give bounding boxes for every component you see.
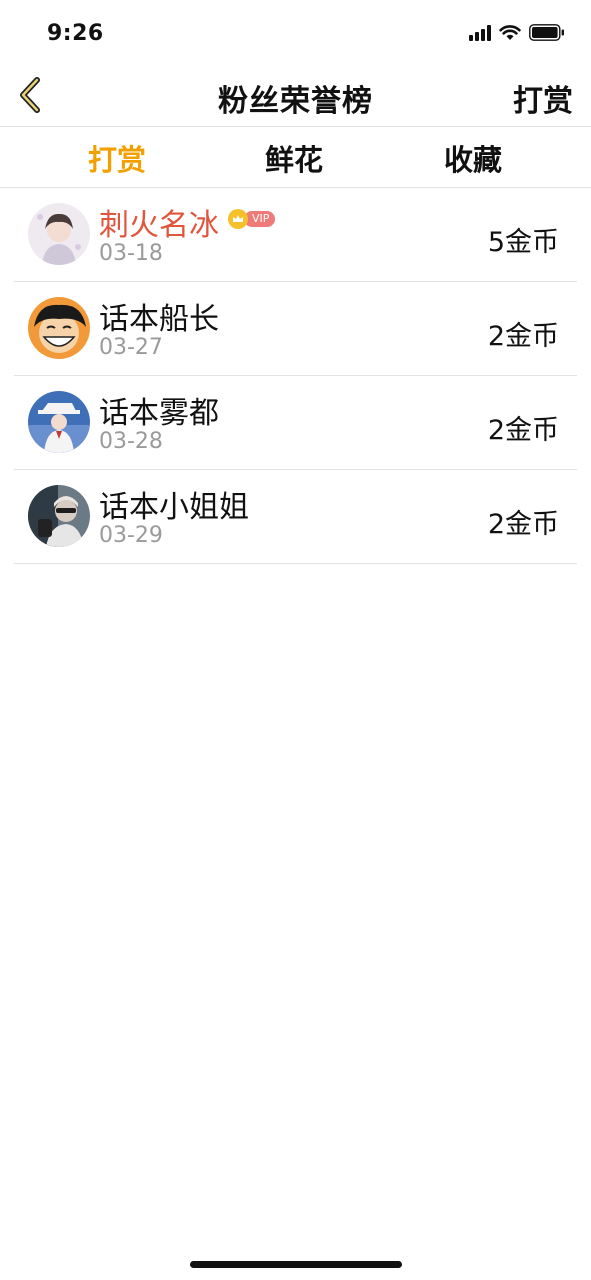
list-item[interactable]: 话本雾都 03-28 2金币: [14, 376, 577, 470]
vip-badge: VIP: [228, 209, 276, 229]
signal-icon: [469, 24, 491, 41]
fan-list: 刺火名冰 VIP 03-18 5金币 话本船长 03-27 2金币 话本雾都 0…: [14, 188, 577, 564]
user-date: 03-29: [99, 523, 163, 548]
user-name: 话本船长: [99, 302, 219, 337]
user-name: 话本雾都: [99, 396, 219, 431]
reward-amount: 2金币: [487, 509, 559, 540]
status-icons: [469, 24, 565, 41]
user-date: 03-18: [99, 241, 163, 266]
user-date: 03-27: [99, 335, 163, 360]
list-item[interactable]: 话本船长 03-27 2金币: [14, 282, 577, 376]
avatar: [28, 203, 90, 265]
home-indicator: [190, 1261, 402, 1268]
nav-bar: 粉丝荣誉榜 打赏: [0, 66, 591, 127]
avatar: [28, 391, 90, 453]
vip-label: VIP: [244, 211, 276, 227]
reward-button[interactable]: 打赏: [513, 76, 573, 120]
reward-amount: 5金币: [487, 227, 559, 258]
list-item[interactable]: 话本小姐姐 03-29 2金币: [14, 470, 577, 564]
user-name: 刺火名冰: [99, 208, 219, 243]
wifi-icon: [499, 24, 521, 41]
status-time: 9:26: [47, 21, 104, 46]
user-name: 话本小姐姐: [99, 490, 249, 525]
battery-icon: [529, 24, 565, 41]
tab-bar: 打赏 鲜花 收藏: [0, 127, 591, 188]
page-title: 粉丝荣誉榜: [218, 84, 373, 119]
status-bar: 9:26: [0, 0, 591, 66]
list-item[interactable]: 刺火名冰 VIP 03-18 5金币: [14, 188, 577, 282]
tab-reward[interactable]: 打赏: [57, 137, 177, 179]
tab-flowers[interactable]: 鲜花: [234, 137, 354, 179]
crown-icon: [228, 209, 248, 229]
reward-amount: 2金币: [487, 321, 559, 352]
user-date: 03-28: [99, 429, 163, 454]
avatar: [28, 485, 90, 547]
avatar: [28, 297, 90, 359]
tab-favorites[interactable]: 收藏: [413, 137, 533, 179]
reward-amount: 2金币: [487, 415, 559, 446]
